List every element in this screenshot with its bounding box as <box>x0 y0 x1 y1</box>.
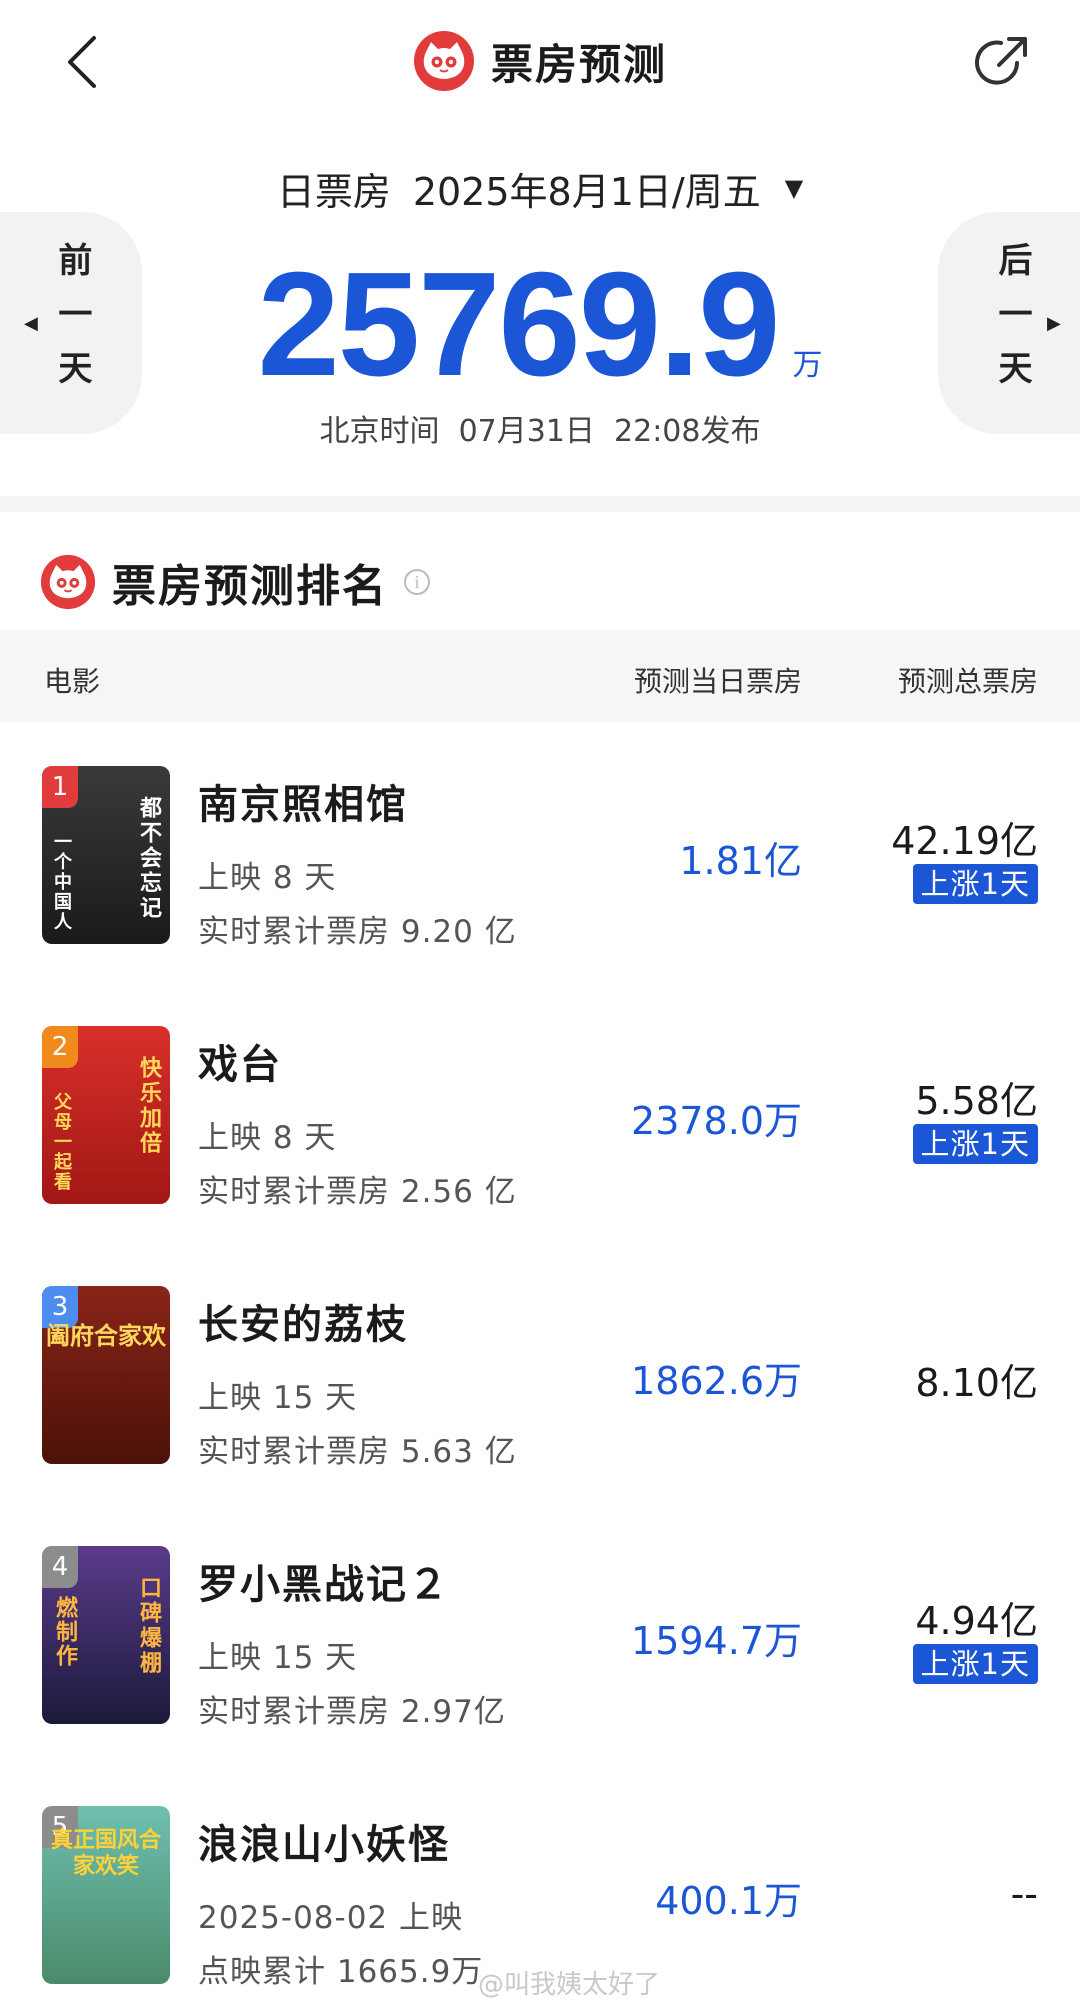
table-header: 电影 预测当日票房 预测总票房 <box>0 630 1080 722</box>
publish-time: 北京时间 07月31日 22:08发布 <box>0 406 1080 450</box>
publish-date: 07月31日 <box>458 414 595 449</box>
movie-poster: 3 阖府合家欢 <box>42 1286 170 1464</box>
predicted-day-boxoffice: 1594.7万 <box>631 1619 802 1663</box>
total-forecast-value: 25769.9 <box>257 242 781 407</box>
page-title: 票房预测 <box>490 39 667 89</box>
poster-slogan-left: 一个中国人 <box>51 832 72 932</box>
release-info: 上映 8 天 <box>198 1120 337 1156</box>
rank-badge: 4 <box>42 1546 78 1588</box>
release-info: 2025-08-02 上映 <box>198 1900 464 1936</box>
header-title-group: 票房预测 <box>0 26 1080 96</box>
maoyan-cat-logo-icon <box>413 31 474 91</box>
movie-poster: 2 快乐加倍 父母一起看 <box>42 1026 170 1204</box>
rise-badge: 上涨1天 <box>912 1644 1038 1684</box>
rank-badge: 2 <box>42 1026 78 1068</box>
cumulative-boxoffice: 实时累计票房 9.20 亿 <box>198 914 517 950</box>
movie-name: 南京照相馆 <box>198 782 408 828</box>
poster-slogan: 快乐加倍 <box>136 1056 161 1156</box>
movie-row[interactable]: 4 口碑爆棚 燃制作 罗小黑战记２ 上映 15 天 实时累计票房 2.97亿 1… <box>0 1546 1080 1806</box>
share-button[interactable] <box>968 26 1038 96</box>
daily-boxoffice-label: 日票房 <box>276 169 391 214</box>
poster-slogan: 口碑爆棚 <box>136 1576 161 1676</box>
movie-name: 长安的荔枝 <box>198 1302 408 1348</box>
movie-poster: 5 真正国风合家欢笑 <box>42 1806 170 1984</box>
release-info: 上映 15 天 <box>198 1380 358 1416</box>
watermark: @叫我姨太好了 <box>477 1970 660 2000</box>
column-movie: 电影 <box>44 665 101 698</box>
selected-date: 2025年8月1日/周五 <box>412 169 761 214</box>
section-divider <box>0 496 1080 512</box>
date-selector[interactable]: 日票房 2025年8月1日/周五 ▼ <box>0 160 1080 216</box>
cumulative-boxoffice: 点映累计 1665.9万 <box>198 1954 484 1990</box>
predicted-total-boxoffice: 42.19亿 <box>891 819 1038 863</box>
movie-poster: 1 都不会忘记 一个中国人 <box>42 766 170 944</box>
predicted-day-boxoffice: 1862.6万 <box>631 1359 802 1403</box>
top-bar: 票房预测 <box>0 0 1080 120</box>
column-total-forecast: 预测总票房 <box>897 665 1038 698</box>
caret-down-icon: ▼ <box>784 174 804 202</box>
total-forecast: 25769.9 万 <box>0 240 1080 410</box>
predicted-day-boxoffice: 1.81亿 <box>679 839 802 883</box>
share-icon <box>975 37 1027 85</box>
publish-prefix: 北京时间 <box>319 414 440 449</box>
predicted-total-boxoffice: -- <box>1010 1872 1038 1916</box>
movie-row[interactable]: 1 都不会忘记 一个中国人 南京照相馆 上映 8 天 实时累计票房 9.20 亿… <box>0 766 1080 1026</box>
cumulative-boxoffice: 实时累计票房 5.63 亿 <box>198 1434 517 1470</box>
rank-badge: 1 <box>42 766 78 808</box>
predicted-total-boxoffice: 4.94亿 <box>915 1599 1038 1643</box>
poster-slogan: 真正国风合家欢笑 <box>50 1828 161 1879</box>
movie-poster: 4 口碑爆棚 燃制作 <box>42 1546 170 1724</box>
poster-slogan-left: 燃制作 <box>52 1596 77 1668</box>
poster-slogan: 都不会忘记 <box>136 796 161 921</box>
predicted-total-boxoffice: 8.10亿 <box>915 1361 1038 1405</box>
cumulative-boxoffice: 实时累计票房 2.97亿 <box>198 1694 506 1730</box>
release-info: 上映 15 天 <box>198 1640 358 1676</box>
total-forecast-unit: 万 <box>792 348 823 383</box>
cumulative-boxoffice: 实时累计票房 2.56 亿 <box>198 1174 517 1210</box>
rise-badge: 上涨1天 <box>912 864 1038 904</box>
ranking-title: 票房预测排名 <box>112 561 388 612</box>
poster-slogan: 阖府合家欢 <box>46 1322 166 1350</box>
rise-badge: 上涨1天 <box>912 1124 1038 1164</box>
predicted-total-boxoffice: 5.58亿 <box>915 1079 1038 1123</box>
movie-name: 罗小黑战记２ <box>198 1562 450 1608</box>
ranking-header: 票房预测排名 i <box>40 550 430 614</box>
movie-row[interactable]: 3 阖府合家欢 长安的荔枝 上映 15 天 实时累计票房 5.63 亿 1862… <box>0 1286 1080 1546</box>
maoyan-cat-logo-icon <box>40 554 96 610</box>
info-icon[interactable]: i <box>404 569 430 595</box>
column-day-forecast: 预测当日票房 <box>633 665 802 698</box>
release-info: 上映 8 天 <box>198 860 337 896</box>
poster-slogan-left: 父母一起看 <box>51 1092 72 1192</box>
predicted-day-boxoffice: 400.1万 <box>655 1879 802 1923</box>
predicted-day-boxoffice: 2378.0万 <box>631 1099 802 1143</box>
movie-name: 浪浪山小妖怪 <box>198 1822 450 1868</box>
publish-time-value: 22:08发布 <box>614 414 761 449</box>
movie-name: 戏台 <box>198 1042 282 1088</box>
movie-row[interactable]: 2 快乐加倍 父母一起看 戏台 上映 8 天 实时累计票房 2.56 亿 237… <box>0 1026 1080 1286</box>
